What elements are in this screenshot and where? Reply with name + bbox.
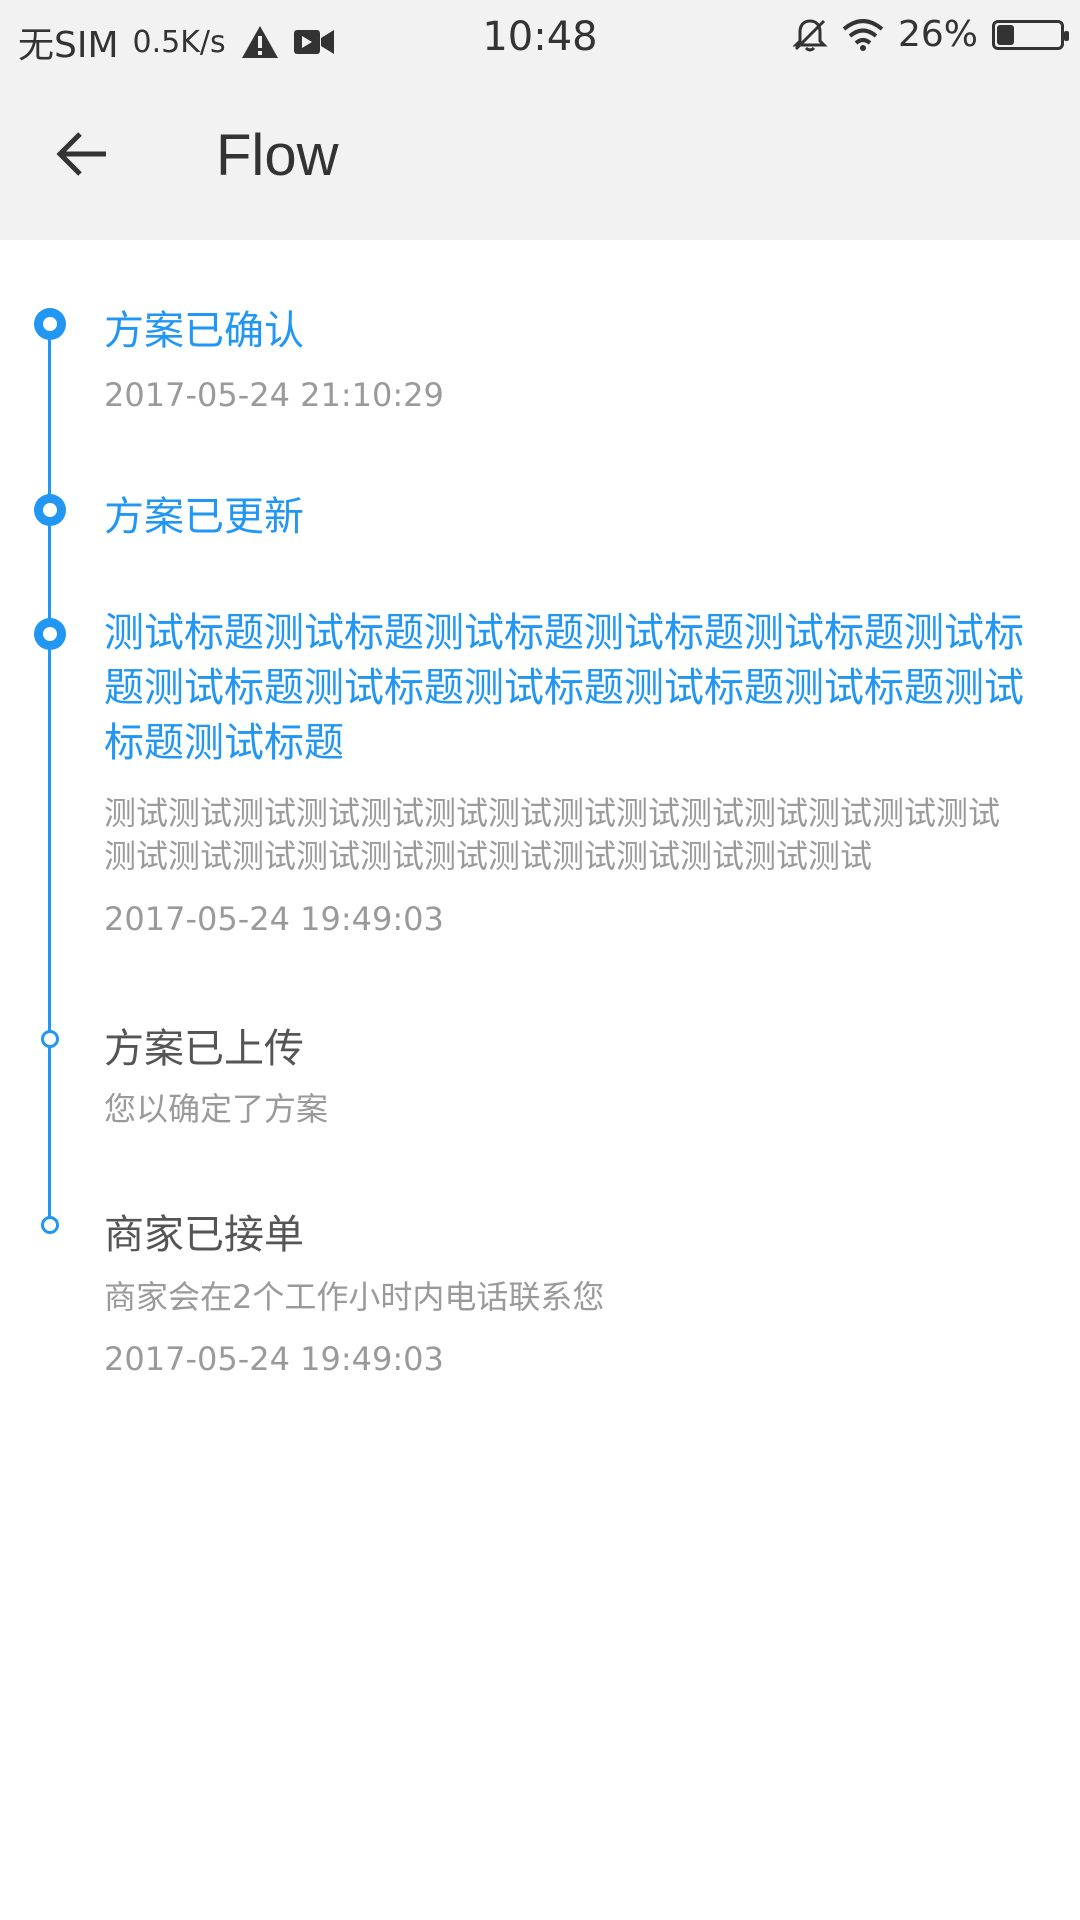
app-bar: Flow (0, 76, 1080, 240)
timeline-node-inactive (41, 1216, 59, 1234)
item-description: 您以确定了方案 (104, 1090, 329, 1128)
status-bar: 无SIM 0.5K/s 10:48 26% (0, 0, 1080, 76)
bell-muted-icon (792, 17, 828, 53)
item-time: 2017-05-24 19:49:03 (104, 900, 444, 938)
status-right: 26% (792, 14, 1069, 55)
item-title: 测试标题测试标题测试标题测试标题测试标题测试标题测试标题测试标题测试标题测试标题… (104, 610, 1024, 766)
battery-percent: 26% (897, 14, 978, 55)
item-description: 测试测试测试测试测试测试测试测试测试测试测试测试测试测试测试测试测试测试测试测试… (104, 794, 1001, 875)
battery-icon (992, 19, 1069, 50)
item-description: 商家会在2个工作小时内电话联系您 (104, 1278, 605, 1316)
item-title: 商家已接单 (104, 1212, 304, 1258)
item-title: 方案已更新 (104, 494, 304, 540)
item-title: 方案已确认 (104, 308, 304, 354)
timeline-node-active (34, 618, 66, 650)
timeline-line (48, 330, 51, 1230)
item-time: 2017-05-24 19:49:03 (104, 1340, 444, 1378)
item-time: 2017-05-24 21:10:29 (104, 376, 444, 414)
timeline-node-active (34, 308, 66, 340)
timeline-node-inactive (41, 1030, 59, 1048)
item-title: 方案已上传 (104, 1026, 304, 1072)
arrow-left-icon (56, 132, 106, 176)
timeline-node-active (34, 494, 66, 526)
page-title: Flow (216, 123, 339, 188)
wifi-icon (842, 18, 884, 51)
back-button[interactable] (52, 124, 122, 194)
